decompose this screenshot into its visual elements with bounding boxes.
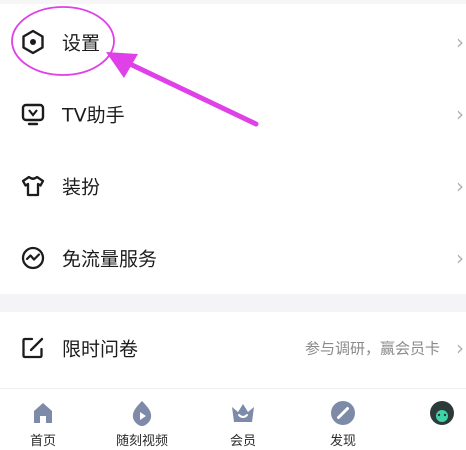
tab-suike-video[interactable]: 随刻视频 [102,389,182,450]
data-wave-icon [19,244,47,272]
chevron-right-icon: › [456,336,464,360]
menu-item-label: TV助手 [62,104,125,127]
compass-icon [329,399,357,427]
tab-label: 随刻视频 [115,434,168,449]
edit-icon [19,334,47,362]
menu-item-label: 设置 [62,32,101,55]
tab-discover[interactable]: 发现 [303,389,383,450]
tab-vip[interactable]: 会员 [203,389,283,450]
survey-subtitle: 参与调研，赢会员卡 [304,339,440,358]
settings-hexagon-icon [19,28,47,56]
survey-section: 限时问卷 参与调研，赢会员卡 › [0,312,466,384]
home-icon [29,399,57,427]
menu-item-dressup[interactable]: 装扮 › [0,150,466,222]
tshirt-icon [19,172,47,200]
menu-item-label: 装扮 [62,176,101,199]
section-divider [0,294,466,312]
menu-list: 设置 › TV助手 › 装扮 › 免流量服务 › [0,4,466,294]
bottom-tab-bar: 首页 随刻视频 会员 发现 [0,388,466,450]
menu-item-label: 免流量服务 [62,248,158,271]
tab-label: 会员 [229,434,256,449]
tab-home[interactable]: 首页 [3,389,83,450]
tab-label: 发现 [329,434,356,449]
menu-item-survey[interactable]: 限时问卷 参与调研，赢会员卡 › [0,312,466,384]
menu-item-settings[interactable]: 设置 › [0,6,466,78]
menu-item-label: 限时问卷 [62,338,139,361]
chevron-right-icon: › [456,102,464,126]
avatar-icon [428,399,456,427]
tab-label: 首页 [29,434,56,449]
menu-item-free-data[interactable]: 免流量服务 › [0,222,466,294]
crown-icon [229,399,257,427]
tv-icon [19,100,47,128]
chevron-right-icon: › [456,174,464,198]
tab-profile[interactable] [408,389,466,450]
menu-item-tv-assistant[interactable]: TV助手 › [0,78,466,150]
fire-play-icon [128,399,156,427]
chevron-right-icon: › [456,30,464,54]
chevron-right-icon: › [456,246,464,270]
